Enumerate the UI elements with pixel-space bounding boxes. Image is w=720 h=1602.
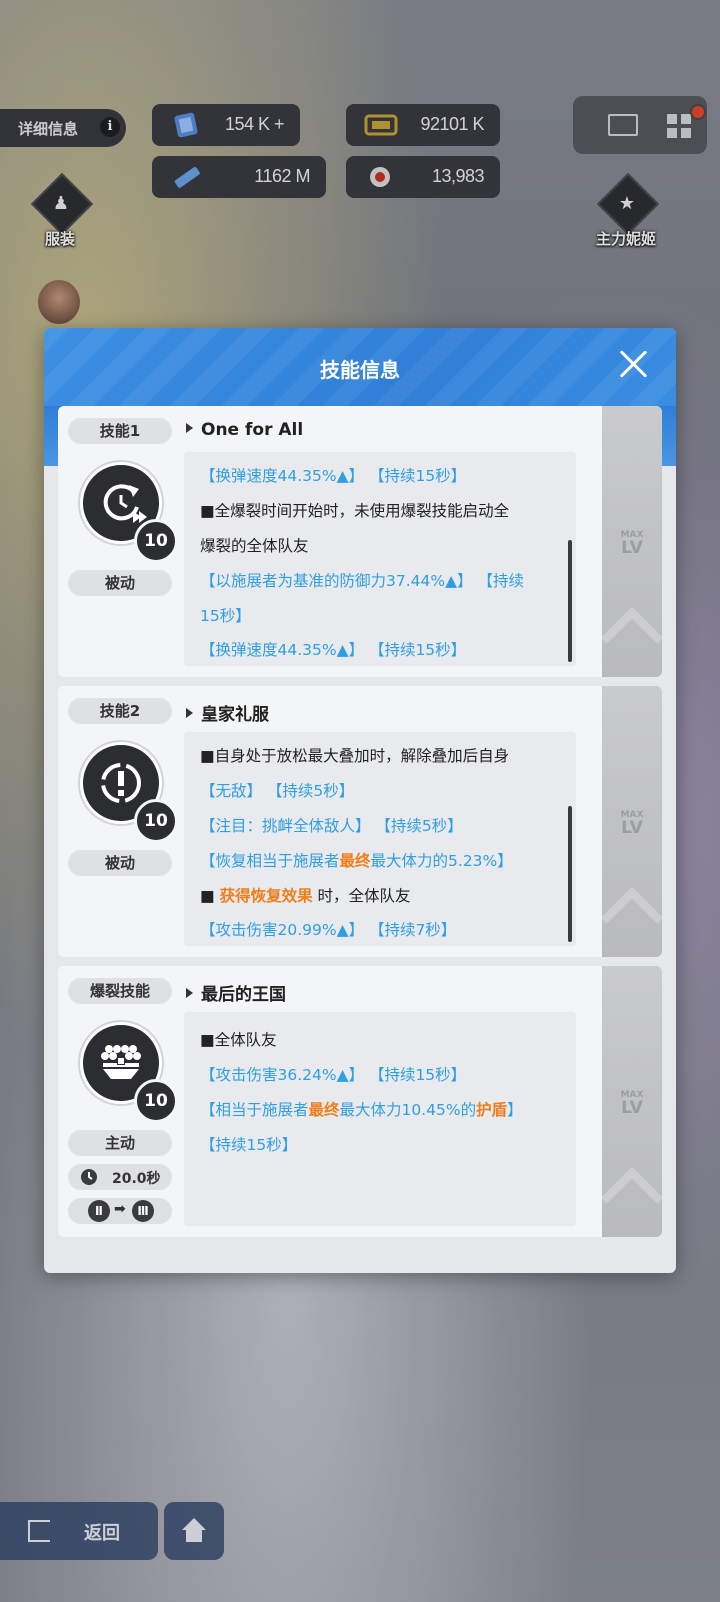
skill-level-badge: 10: [134, 1079, 178, 1123]
desc-segment: 获得恢复效果: [219, 887, 313, 905]
burst-stage-chip: Ⅱ ➡ Ⅲ: [68, 1198, 172, 1224]
desc-line: ■全体队友: [200, 1028, 277, 1050]
desc-segment: 【注目：挑衅全体敌人】 【持续5秒】: [200, 817, 463, 835]
desc-line: 【注目：挑衅全体敌人】 【持续5秒】: [200, 814, 463, 836]
desc-segment: 【换弹速度44.35%▲】: [200, 467, 365, 485]
desc-line: ■自身处于放松最大叠加时，解除叠加后自身: [200, 744, 509, 766]
cooldown-value: 20.0秒: [112, 1171, 161, 1187]
max-level-panel: MAX LV: [600, 406, 662, 677]
desc-segment: 【持续15秒】: [364, 467, 467, 485]
desc-line: 【恢复相当于施展者最终最大体力的5.23%】: [200, 849, 513, 871]
desc-line: 【持续15秒】: [200, 1133, 297, 1155]
triangle-icon: [186, 423, 193, 433]
arrow-right-icon: ➡: [114, 1201, 126, 1217]
dialog-title: 技能信息: [320, 358, 400, 382]
skill-name: One for All: [186, 420, 303, 440]
skill-tag: 技能1: [68, 418, 172, 444]
max-level-panel: MAX LV: [600, 966, 662, 1237]
skill-name: 最后的王国: [186, 980, 286, 1005]
skill-name: 皇家礼服: [186, 700, 269, 725]
desc-line: 【以施展者为基准的防御力37.44%▲】 【持续: [200, 569, 524, 591]
triangle-icon: [186, 988, 193, 998]
desc-line: 【无敌】 【持续5秒】: [200, 779, 354, 801]
desc-segment: 【换弹速度44.35%▲】 【持续15秒】: [200, 641, 467, 659]
chevron-up-icon: [600, 886, 662, 950]
skill-type: 被动: [68, 850, 172, 876]
desc-segment: 最终: [339, 852, 371, 870]
burst-stage-to: Ⅲ: [132, 1200, 154, 1222]
desc-segment: 【相当于施展者: [200, 1101, 309, 1119]
desc-segment: 15秒】: [200, 607, 251, 625]
desc-segment: ■自身处于放松最大叠加时，解除叠加后自身: [200, 747, 510, 765]
desc-line: 爆裂的全体队友: [200, 534, 309, 556]
desc-segment: 【恢复相当于施展者: [200, 852, 340, 870]
desc-line: 15秒】: [200, 604, 251, 626]
desc-segment: 【攻击伤害36.24%▲】 【持续15秒】: [200, 1066, 467, 1084]
skill-tag: 技能2: [68, 698, 172, 724]
desc-segment: 】: [507, 1101, 523, 1119]
clock-icon: [81, 1169, 97, 1185]
desc-segment: 【以施展者为基准的防御力37.44%▲】 【持续: [200, 572, 524, 590]
desc-segment: ■: [200, 887, 220, 905]
skill-level-badge: 10: [134, 519, 178, 563]
cooldown-chip: 20.0秒: [68, 1164, 172, 1190]
scrollbar[interactable]: [568, 806, 572, 942]
desc-segment: 最大体力的5.23%】: [370, 852, 513, 870]
desc-segment: 【无敌】 【持续5秒】: [200, 782, 355, 800]
dialog-header: 技能信息: [44, 328, 676, 406]
desc-line: 【换弹速度44.35%▲】 【持续15秒】: [200, 638, 466, 660]
chevron-up-icon: [600, 606, 662, 670]
skill-description: ■自身处于放松最大叠加时，解除叠加后自身 【无敌】 【持续5秒】 【注目：挑衅全…: [184, 732, 576, 946]
skill-description: 【换弹速度44.35%▲】 【持续15秒】 ■全爆裂时间开始时，未使用爆裂技能启…: [184, 452, 576, 666]
skill-card-burst: 爆裂技能 最后的王国 10 主动 20.0秒 Ⅱ ➡ Ⅲ ■全体队友 【攻击伤害…: [58, 966, 662, 1237]
burst-stage-from: Ⅱ: [88, 1200, 110, 1222]
skill-type: 主动: [68, 1130, 172, 1156]
desc-line: ■ 获得恢复效果 时，全体队友: [200, 884, 411, 906]
skill-card-2: 技能2 皇家礼服 10 被动 ■自身处于放松最大叠加时，解除叠加后自身 【无敌】…: [58, 686, 662, 957]
desc-line: ■全爆裂时间开始时，未使用爆裂技能启动全: [200, 499, 509, 521]
desc-line: 【攻击伤害20.99%▲】 【持续7秒】: [200, 918, 456, 940]
triangle-icon: [186, 708, 193, 718]
max-level-panel: MAX LV: [600, 686, 662, 957]
scrollbar[interactable]: [568, 540, 572, 662]
skill-card-1: 技能1 One for All 10 被动 【换弹速度44.35%▲】 【持续1…: [58, 406, 662, 677]
desc-segment: ■全爆裂时间开始时，未使用爆裂技能启动全: [200, 502, 510, 520]
skill-description: ■全体队友 【攻击伤害36.24%▲】 【持续15秒】 【相当于施展者最终最大体…: [184, 1012, 576, 1226]
skill-tag: 爆裂技能: [68, 978, 172, 1004]
desc-segment: 【持续15秒】: [200, 1136, 298, 1154]
desc-segment: 最终: [308, 1101, 340, 1119]
skill-info-dialog: 技能信息 技能1 One for All 10 被动 【换弹速度44.35%▲】…: [44, 328, 676, 1273]
desc-line: 【换弹速度44.35%▲】 【持续15秒】: [200, 464, 466, 486]
skill-type: 被动: [68, 570, 172, 596]
skill-level-badge: 10: [134, 799, 178, 843]
desc-line: 【相当于施展者最终最大体力10.45%的护盾】: [200, 1098, 523, 1120]
desc-segment: 爆裂的全体队友: [200, 537, 309, 555]
desc-segment: 时，全体队友: [312, 887, 411, 905]
desc-line: 【攻击伤害36.24%▲】 【持续15秒】: [200, 1063, 466, 1085]
chevron-up-icon: [600, 1166, 662, 1230]
desc-segment: ■全体队友: [200, 1031, 277, 1049]
close-icon[interactable]: [616, 346, 652, 382]
desc-segment: 最大体力10.45%的: [339, 1101, 477, 1119]
desc-segment: 护盾: [476, 1101, 508, 1119]
desc-segment: 【攻击伤害20.99%▲】 【持续7秒】: [200, 921, 457, 939]
